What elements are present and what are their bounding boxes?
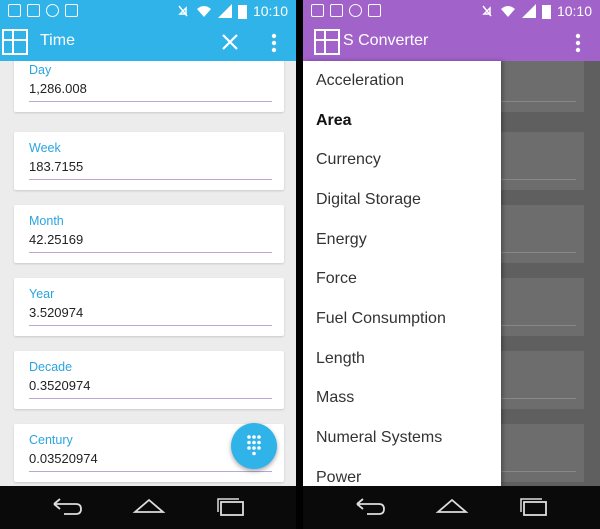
field-value[interactable]: 3.520974 bbox=[29, 305, 83, 320]
clock: 10:10 bbox=[252, 3, 288, 19]
drawer-item-currency[interactable]: Currency bbox=[316, 151, 381, 169]
drawer-item-energy[interactable]: Energy bbox=[316, 231, 367, 249]
field-label: Day bbox=[29, 63, 52, 77]
home-icon[interactable] bbox=[132, 494, 166, 520]
app-bar: Time bbox=[0, 24, 296, 61]
category-drawer: Acceleration Area Currency Digital Stora… bbox=[303, 61, 501, 486]
dialpad-icon bbox=[247, 435, 261, 456]
field-value[interactable]: 0.3520974 bbox=[29, 378, 90, 393]
app-title: S Converter bbox=[343, 32, 429, 49]
unit-field-year[interactable]: Year 3.520974 bbox=[14, 278, 284, 336]
drawer-item-mass[interactable]: Mass bbox=[316, 389, 354, 407]
field-label: Decade bbox=[29, 360, 73, 374]
gallery-notification-icon bbox=[8, 4, 21, 17]
field-label: Year bbox=[29, 287, 55, 301]
page-title: Time bbox=[40, 32, 75, 49]
gmail-notification-icon bbox=[27, 4, 40, 17]
field-label: Month bbox=[29, 214, 64, 228]
overflow-menu-icon[interactable] bbox=[566, 31, 590, 55]
unit-field-decade[interactable]: Decade 0.3520974 bbox=[14, 351, 284, 409]
system-nav-bar bbox=[303, 486, 600, 529]
drawer-item-length[interactable]: Length bbox=[316, 350, 365, 368]
field-value[interactable]: 0.03520974 bbox=[29, 451, 98, 466]
app-logo-grid-icon[interactable] bbox=[2, 29, 28, 55]
recent-apps-icon[interactable] bbox=[214, 494, 248, 520]
field-label: Week bbox=[29, 141, 61, 155]
mute-icon bbox=[482, 5, 492, 17]
overflow-menu-icon[interactable] bbox=[262, 31, 286, 55]
dimmed-card bbox=[500, 278, 584, 336]
app-bar: S Converter bbox=[303, 24, 600, 61]
converter-menu-screen: 10:10 S Converter Acceleration Area Curr… bbox=[303, 0, 600, 529]
drawer-item-force[interactable]: Force bbox=[316, 270, 357, 288]
field-label: Century bbox=[29, 433, 73, 447]
clock: 10:10 bbox=[556, 3, 592, 19]
gallery-notification-icon bbox=[311, 4, 324, 17]
drawer-item-digital-storage[interactable]: Digital Storage bbox=[316, 191, 421, 209]
unit-field-day[interactable]: Day 1,286.008 bbox=[14, 61, 284, 112]
field-value[interactable]: 42.25169 bbox=[29, 232, 83, 247]
status-bar: 10:10 bbox=[0, 0, 296, 24]
keypad-fab-button[interactable] bbox=[231, 423, 277, 469]
status-bar: 10:10 bbox=[303, 0, 600, 24]
field-underline bbox=[29, 179, 272, 180]
time-converter-screen: 10:10 Time Day 1,286.008 Week 183.7155 M… bbox=[0, 0, 296, 529]
close-icon[interactable] bbox=[218, 30, 242, 54]
gmail-notification-icon bbox=[330, 4, 343, 17]
dimmed-card bbox=[500, 351, 584, 409]
app-logo-grid-icon[interactable] bbox=[314, 29, 340, 55]
battery-icon bbox=[237, 4, 247, 19]
battery-icon bbox=[541, 4, 551, 19]
field-underline bbox=[29, 471, 272, 472]
wifi-icon bbox=[196, 6, 211, 17]
drawer-item-power[interactable]: Power bbox=[316, 469, 361, 486]
shopping-bag-notification-icon bbox=[65, 4, 78, 17]
dimmed-card bbox=[500, 132, 584, 190]
screen-divider bbox=[296, 0, 303, 529]
wifi-icon bbox=[500, 6, 515, 17]
signal-icon bbox=[521, 4, 536, 18]
app-notification-icon bbox=[46, 4, 59, 17]
unit-field-month[interactable]: Month 42.25169 bbox=[14, 205, 284, 263]
field-value[interactable]: 1,286.008 bbox=[29, 81, 87, 96]
signal-icon bbox=[217, 4, 232, 18]
system-nav-bar bbox=[0, 486, 296, 529]
dimmed-card bbox=[500, 424, 584, 482]
field-underline bbox=[29, 101, 272, 102]
dimmed-card bbox=[500, 205, 584, 263]
drawer-item-area[interactable]: Area bbox=[316, 112, 352, 130]
field-underline bbox=[29, 252, 272, 253]
field-underline bbox=[29, 398, 272, 399]
drawer-item-fuel-consumption[interactable]: Fuel Consumption bbox=[316, 310, 446, 328]
recent-apps-icon[interactable] bbox=[517, 494, 551, 520]
unit-field-week[interactable]: Week 183.7155 bbox=[14, 132, 284, 190]
back-icon[interactable] bbox=[50, 494, 84, 520]
dimmed-card bbox=[500, 61, 584, 112]
field-underline bbox=[29, 325, 272, 326]
shopping-bag-notification-icon bbox=[368, 4, 381, 17]
drawer-item-numeral-systems[interactable]: Numeral Systems bbox=[316, 429, 442, 447]
field-value[interactable]: 183.7155 bbox=[29, 159, 83, 174]
app-notification-icon bbox=[349, 4, 362, 17]
back-icon[interactable] bbox=[353, 494, 387, 520]
drawer-item-acceleration[interactable]: Acceleration bbox=[316, 72, 404, 90]
mute-icon bbox=[178, 5, 188, 17]
home-icon[interactable] bbox=[435, 494, 469, 520]
